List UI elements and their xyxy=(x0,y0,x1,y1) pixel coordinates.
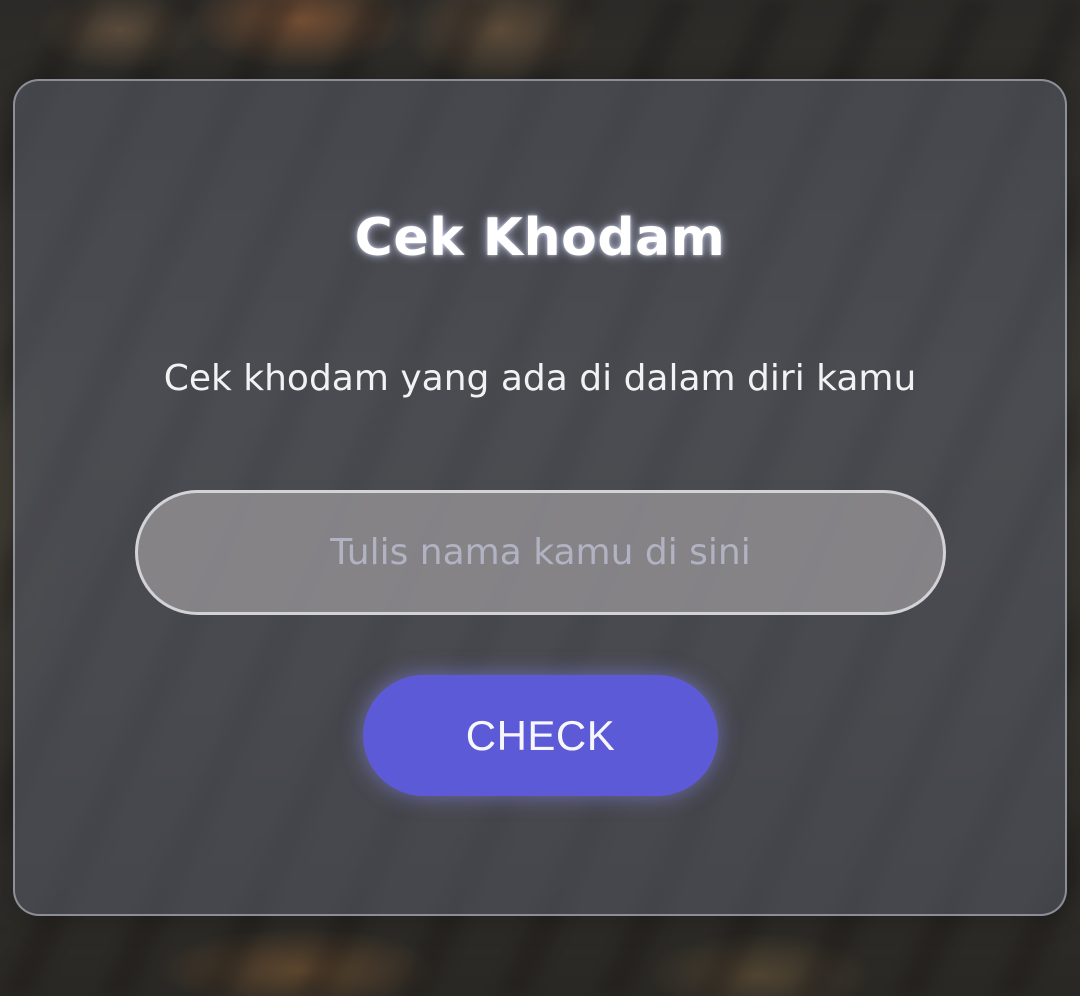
check-button[interactable]: CHECK xyxy=(363,675,718,796)
page-subtitle: Cek khodam yang ada di dalam diri kamu xyxy=(163,358,917,399)
page-title: Cek Khodam xyxy=(354,208,726,268)
name-input[interactable] xyxy=(135,490,946,615)
